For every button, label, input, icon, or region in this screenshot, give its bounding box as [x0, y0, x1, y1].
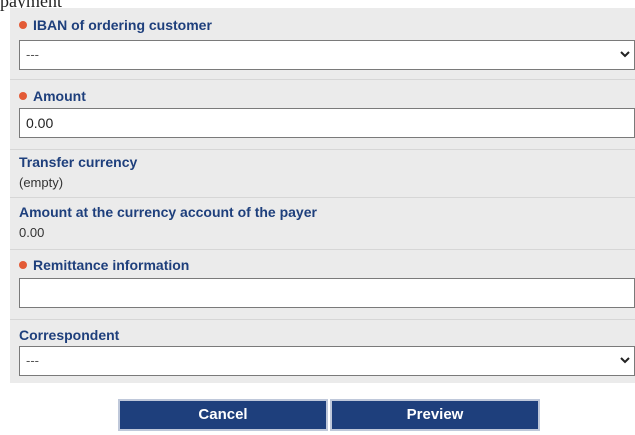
correspondent-select[interactable]: ---: [19, 346, 635, 376]
chevron-down-icon: [620, 51, 630, 58]
iban-select[interactable]: ---: [19, 40, 635, 70]
amount-input-value: 0.00: [26, 115, 54, 131]
remittance-section: Remittance information: [10, 250, 635, 320]
required-dot-icon: [19, 21, 27, 29]
payer-amount-label: Amount at the currency account of the pa…: [19, 204, 317, 220]
required-dot-icon: [19, 92, 27, 100]
transfer-currency-section: Transfer currency (empty): [10, 150, 635, 198]
correspondent-select-value: ---: [26, 353, 39, 368]
form-actions: Cancel Preview: [118, 399, 542, 433]
amount-label: Amount: [19, 88, 86, 104]
transfer-currency-value: (empty): [19, 175, 64, 190]
payer-amount-value: 0.00: [19, 225, 45, 240]
iban-select-value: ---: [26, 47, 39, 62]
iban-section: IBAN of ordering customer ---: [10, 8, 635, 80]
payment-form: IBAN of ordering customer --- Amount 0.0…: [10, 8, 635, 383]
correspondent-label: Correspondent: [19, 327, 120, 343]
required-dot-icon: [19, 261, 27, 269]
transfer-currency-label: Transfer currency: [19, 154, 138, 170]
remittance-label: Remittance information: [19, 257, 189, 273]
cancel-button[interactable]: Cancel: [118, 399, 328, 431]
preview-button[interactable]: Preview: [330, 399, 540, 431]
amount-section: Amount 0.00: [10, 80, 635, 150]
payer-amount-section: Amount at the currency account of the pa…: [10, 198, 635, 250]
iban-label: IBAN of ordering customer: [19, 17, 212, 33]
chevron-down-icon: [620, 357, 630, 364]
amount-input[interactable]: 0.00: [19, 108, 635, 138]
remittance-input[interactable]: [19, 278, 635, 308]
correspondent-section: Correspondent ---: [10, 320, 635, 383]
